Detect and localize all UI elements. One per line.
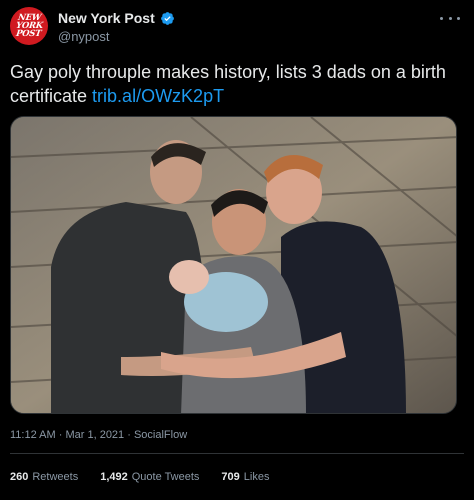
photo-illustration — [11, 117, 456, 413]
tweet: NEW YORK POST New York Post @nypost Gay … — [0, 0, 474, 500]
tweet-body: Gay poly throuple makes history, lists 3… — [10, 62, 446, 106]
verified-badge-icon — [160, 11, 175, 26]
stat-count: 709 — [221, 471, 240, 483]
stat-label: Likes — [243, 471, 270, 483]
handle[interactable]: @nypost — [58, 29, 175, 44]
avatar[interactable]: NEW YORK POST — [10, 7, 48, 45]
stat-retweets[interactable]: 260 Retweets — [10, 471, 78, 483]
tweet-time[interactable]: 11:12 AM — [10, 429, 56, 441]
stat-count: 260 — [10, 471, 29, 483]
tweet-text: Gay poly throuple makes history, lists 3… — [10, 60, 462, 108]
avatar-logo-line-3: POST — [15, 29, 43, 39]
stat-label: Quote Tweets — [131, 471, 200, 483]
stat-quote-tweets[interactable]: 1,492 Quote Tweets — [100, 471, 199, 483]
tweet-photo[interactable] — [10, 116, 457, 414]
meta-separator: · — [58, 429, 63, 441]
tweet-date[interactable]: Mar 1, 2021 — [65, 429, 124, 441]
display-name[interactable]: New York Post — [58, 10, 155, 26]
stat-label: Retweets — [32, 471, 79, 483]
tweet-source[interactable]: SocialFlow — [134, 429, 187, 441]
stat-likes[interactable]: 709 Likes — [221, 471, 269, 483]
tweet-link[interactable]: trib.al/OWzK2pT — [92, 86, 224, 106]
more-horizontal-icon[interactable] — [440, 12, 460, 24]
author-info: New York Post @nypost — [58, 9, 175, 44]
tweet-stats: 260 Retweets 1,492 Quote Tweets 709 Like… — [10, 471, 291, 483]
name-row: New York Post — [58, 9, 175, 27]
tweet-header: NEW YORK POST New York Post @nypost — [10, 6, 464, 46]
tweet-meta: 11:12 AM · Mar 1, 2021 · SocialFlow — [10, 429, 187, 441]
meta-separator: · — [127, 429, 131, 441]
divider — [10, 453, 464, 454]
stat-count: 1,492 — [100, 471, 128, 483]
